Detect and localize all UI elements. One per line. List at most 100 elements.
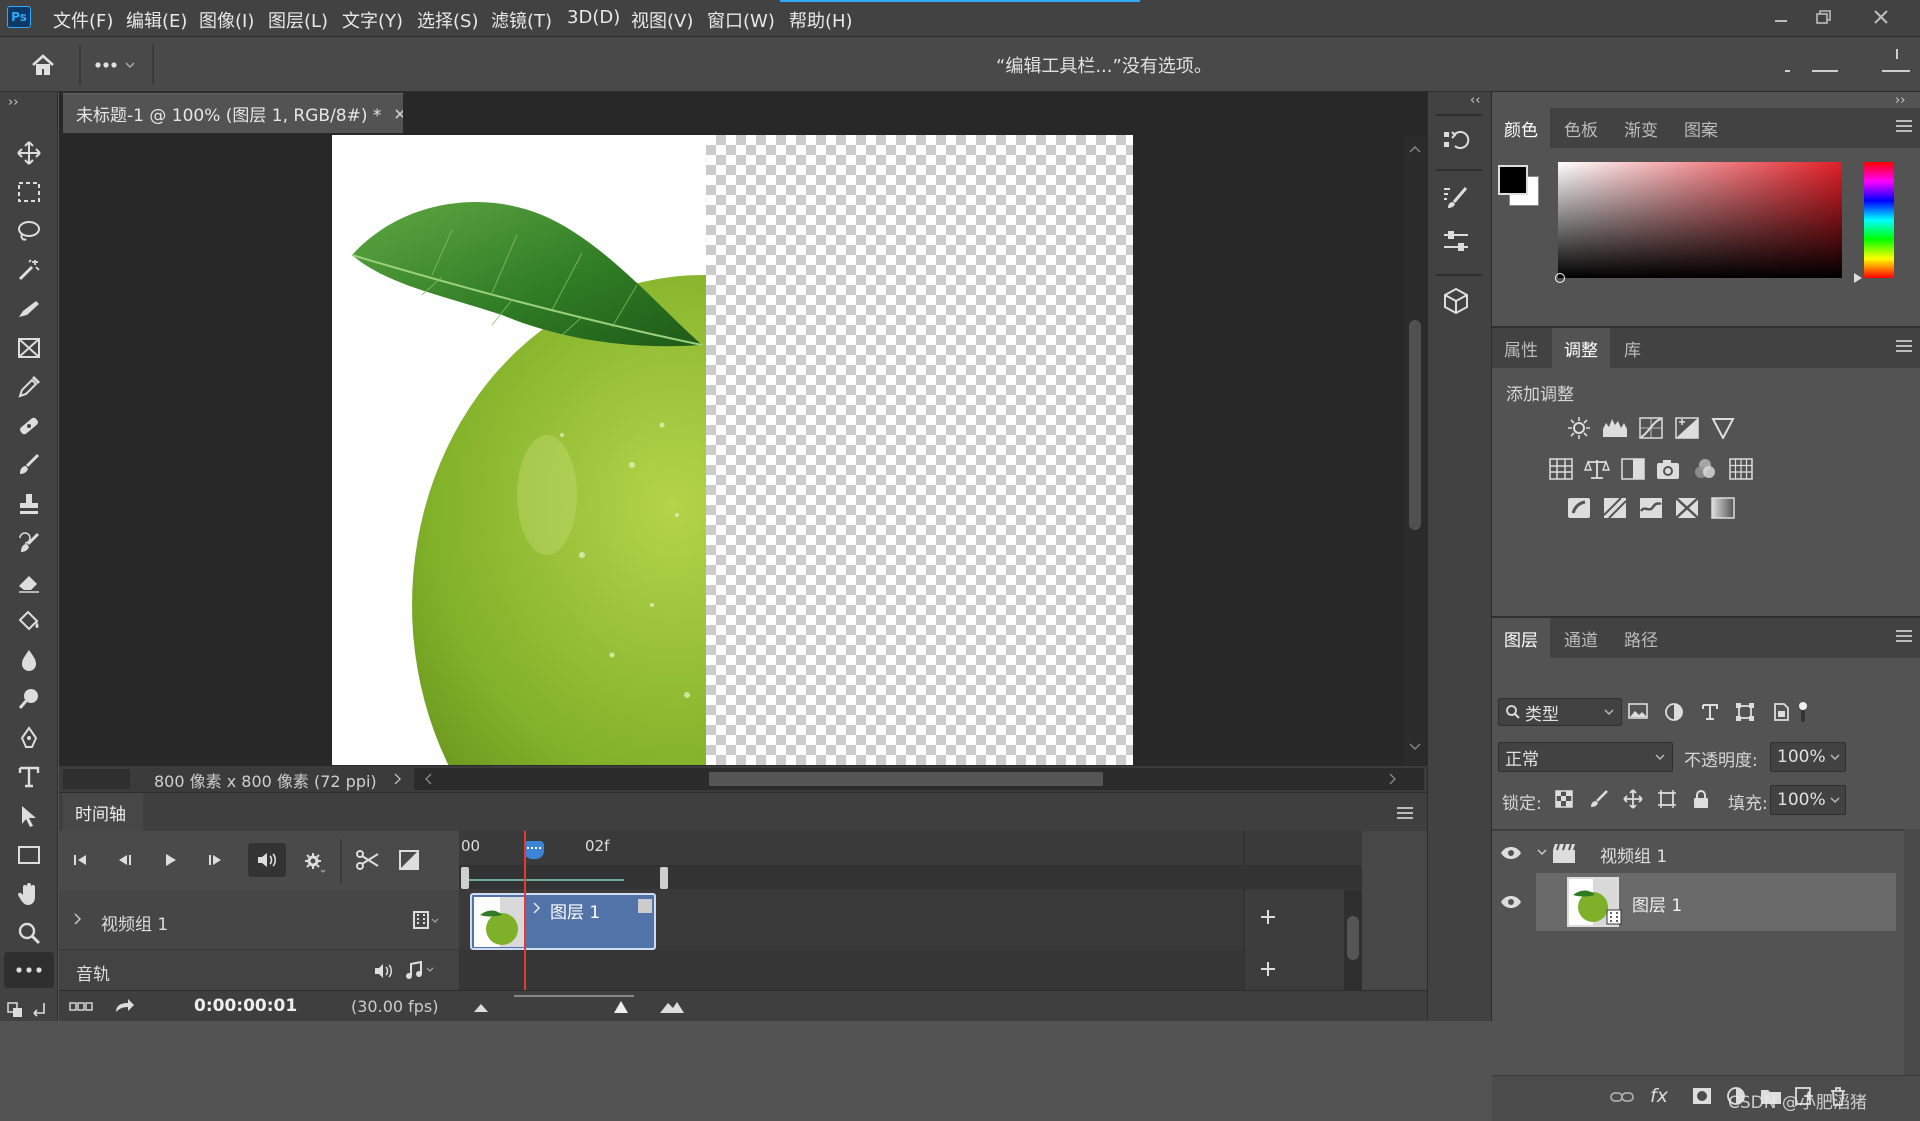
color-field[interactable] [1558,162,1842,278]
crop-tool[interactable] [10,292,48,326]
collapse-arrows-icon[interactable]: ›› [8,95,18,110]
first-frame-button[interactable] [71,851,91,869]
tab-libraries[interactable]: 库 [1612,328,1653,368]
restore-button[interactable] [1801,2,1847,32]
collapse-arrows-icon[interactable]: ›› [1895,93,1905,108]
chevron-right-icon[interactable] [73,912,83,926]
work-area-bar[interactable] [459,865,1362,889]
tab-adjustments[interactable]: 调整 [1552,328,1610,368]
speaker-icon[interactable] [373,962,395,980]
exposure-button[interactable] [1674,416,1700,440]
add-media-button[interactable] [1259,908,1277,926]
tab-gradients[interactable]: 渐变 [1612,108,1670,148]
close-window-button[interactable] [1858,2,1904,32]
eyedropper-tool[interactable] [10,370,48,404]
playhead-handle[interactable] [524,841,544,859]
timeline-tab[interactable]: 时间轴 [63,793,143,831]
tab-swatches[interactable]: 色板 [1552,108,1610,148]
brush-tool[interactable] [10,448,48,482]
video-clip[interactable]: 图层 1 [470,893,656,950]
menu-help[interactable]: 帮助(H) [789,7,853,33]
timeline-vscrollbar[interactable] [1344,890,1362,990]
menu-layer[interactable]: 图层(L) [268,7,328,33]
tab-paths[interactable]: 路径 [1612,618,1670,658]
horizontal-scrollbar[interactable] [414,768,1424,790]
lock-artboard-button[interactable] [1657,789,1677,809]
threshold-button[interactable] [1638,496,1664,520]
playback-settings-button[interactable] [303,851,327,873]
channel-mixer-button[interactable] [1692,457,1718,481]
film-icon[interactable] [412,910,442,930]
hue-slider-thumb[interactable] [1852,272,1864,284]
collapse-arrows-icon[interactable]: ‹‹ [1470,93,1480,108]
filter-toggle[interactable] [1798,700,1808,722]
zoom-slider-thumb[interactable] [613,1000,629,1014]
foreground-color-swatch[interactable] [1498,165,1528,195]
black-white-button[interactable] [1620,457,1646,481]
previous-frame-button[interactable] [115,851,135,869]
filter-smart-object-button[interactable] [1771,702,1791,722]
filter-pixel-button[interactable] [1628,702,1648,720]
tab-patterns[interactable]: 图案 [1672,108,1730,148]
vertical-scrollbar[interactable] [1404,135,1426,765]
hue-saturation-button[interactable] [1548,457,1574,481]
history-brush-tool[interactable] [10,526,48,560]
video-group-track-header[interactable]: 视频组 1 [59,890,459,950]
add-audio-button[interactable] [1259,960,1277,978]
close-icon[interactable] [393,107,403,121]
levels-button[interactable] [1602,416,1628,440]
3d-panel-button[interactable] [1442,287,1470,315]
timeline-ruler[interactable]: 00 02f [459,831,1362,890]
gradient-map-button[interactable] [1710,496,1736,520]
tab-properties[interactable]: 属性 [1492,328,1550,368]
transition-button[interactable] [398,849,420,871]
dodge-tool[interactable] [10,682,48,716]
work-area-start-handle[interactable] [461,867,469,889]
frame-tool[interactable] [10,331,48,365]
filter-type-button[interactable] [1700,702,1720,722]
layer-mask-icon[interactable] [1692,1087,1712,1105]
eraser-tool[interactable] [10,565,48,599]
tab-channels[interactable]: 通道 [1552,618,1610,658]
menu-type[interactable]: 文字(Y) [342,7,403,33]
home-button[interactable] [18,47,68,83]
lock-image-pixels-button[interactable] [1589,789,1609,809]
adjustments-panel-menu-icon[interactable] [1896,340,1912,352]
rectangle-tool[interactable] [10,838,48,872]
transparent-canvas-area[interactable] [706,135,1133,765]
clip-menu-icon[interactable] [638,899,652,913]
lock-all-button[interactable] [1691,789,1711,809]
layers-scrollbar[interactable] [1904,829,1920,1075]
vibrance-button[interactable] [1710,416,1736,440]
color-lookup-button[interactable] [1728,457,1754,481]
eye-icon[interactable] [1500,894,1522,910]
lasso-tool[interactable] [10,214,48,248]
eye-icon[interactable] [1500,845,1522,861]
render-video-icon[interactable] [69,1000,95,1014]
blend-mode-select[interactable]: 正常 [1498,742,1673,772]
tool-preset-button[interactable] [87,49,143,81]
timeline-scroll-thumb[interactable] [1347,916,1359,960]
audio-track-header[interactable]: 音轨 [59,950,459,990]
hand-tool[interactable] [10,877,48,911]
opacity-input[interactable]: 100% [1770,742,1846,772]
healing-brush-tool[interactable] [10,409,48,443]
split-at-playhead-button[interactable] [355,849,381,871]
brightness-contrast-button[interactable] [1566,416,1592,440]
selective-color-button[interactable] [1674,496,1700,520]
menu-select[interactable]: 选择(S) [417,7,478,33]
default-colors-swatch[interactable] [6,997,50,1019]
canvas-image-area[interactable] [332,135,706,765]
mute-audio-button[interactable] [248,843,286,877]
menu-filter[interactable]: 滤镜(T) [491,7,552,33]
next-frame-button[interactable] [205,851,225,869]
photo-filter-button[interactable] [1656,457,1682,481]
work-area-end-handle[interactable] [660,867,668,889]
paint-bucket-tool[interactable] [10,604,48,638]
adjustments-settings-button[interactable] [1442,227,1470,255]
layers-panel-menu-icon[interactable] [1896,630,1912,642]
edit-toolbar-button[interactable] [4,952,54,988]
vertical-scroll-thumb[interactable] [1409,320,1421,530]
menu-view[interactable]: 视图(V) [631,7,693,33]
menu-window[interactable]: 窗口(W) [707,7,775,33]
